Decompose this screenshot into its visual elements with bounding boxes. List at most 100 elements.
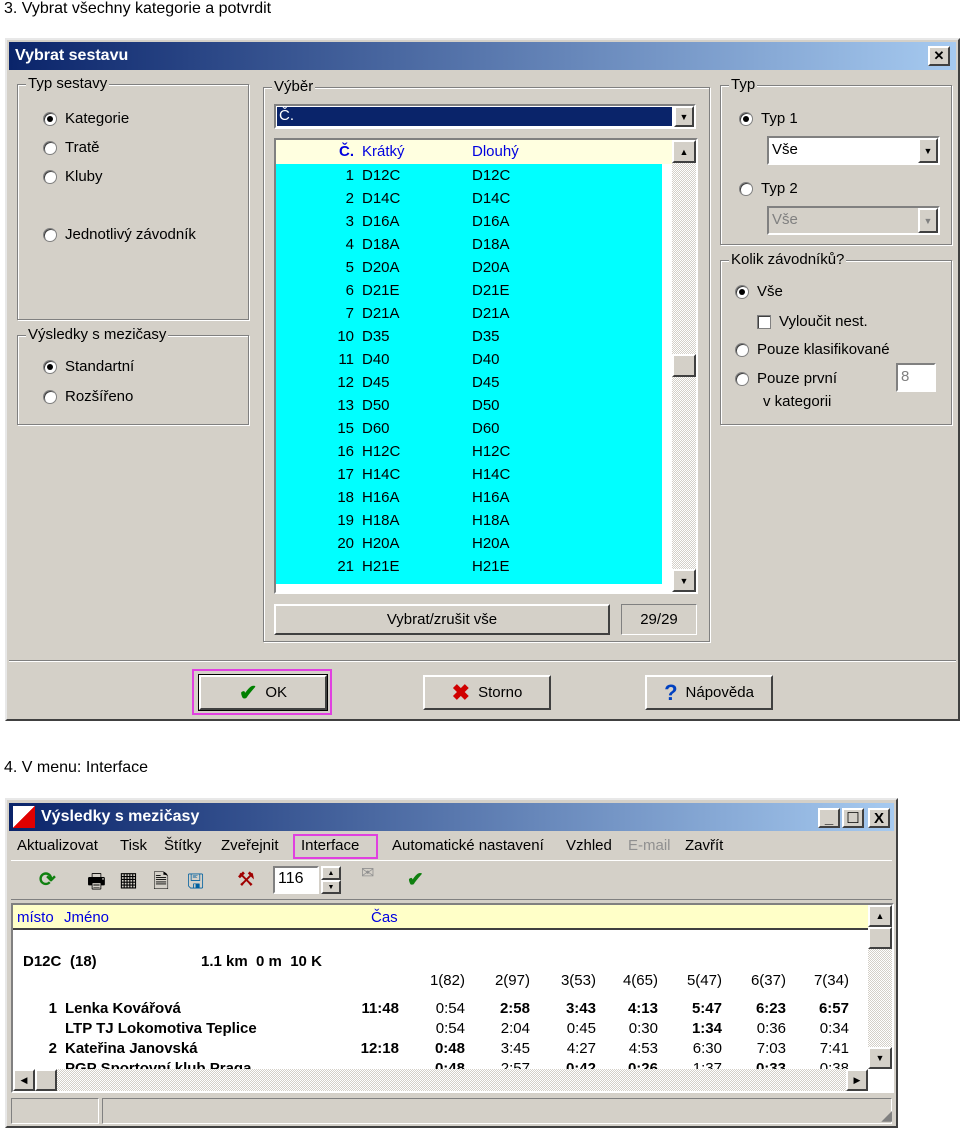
list-item[interactable]: 17 H14C H14C bbox=[276, 463, 662, 486]
radio-klasifikovane[interactable]: Pouze klasifikované bbox=[735, 341, 890, 358]
menu-aktualizovat[interactable]: Aktualizovat bbox=[17, 837, 98, 854]
table-icon[interactable]: ▦ bbox=[119, 867, 138, 892]
checkbox-vyloucit[interactable]: Vyloučit nest. bbox=[757, 313, 868, 330]
storno-button[interactable]: ✖ Storno bbox=[423, 675, 551, 710]
cell-long: H14C bbox=[472, 466, 511, 483]
col-number[interactable]: Č. bbox=[316, 143, 354, 160]
menu-e-mail[interactable]: E-mail bbox=[628, 837, 671, 854]
checkmark-icon[interactable]: ✔ bbox=[407, 867, 424, 892]
radio-trate[interactable]: Tratě bbox=[43, 139, 99, 156]
list-item[interactable]: 2 D14C D14C bbox=[276, 187, 662, 210]
chevron-down-icon[interactable]: ▼ bbox=[918, 138, 938, 163]
split-time: 6:30 bbox=[692, 1040, 722, 1057]
typ1-select[interactable]: Vše ▼ bbox=[767, 136, 940, 165]
maximize-button[interactable]: ☐ bbox=[842, 808, 864, 828]
scroll-down-button[interactable]: ▼ bbox=[672, 569, 696, 592]
cell-long: H16A bbox=[472, 489, 510, 506]
list-item[interactable]: 5 D20A D20A bbox=[276, 256, 662, 279]
list-item[interactable]: 15 D60 D60 bbox=[276, 417, 662, 440]
resize-grip-icon[interactable]: ◢ bbox=[881, 1107, 892, 1124]
cross-icon: ✖ bbox=[451, 679, 471, 705]
horizontal-scrollbar[interactable]: ◀ ▶ bbox=[13, 1069, 868, 1091]
split-time: 2:58 bbox=[499, 1000, 530, 1017]
col-long[interactable]: Dlouhý bbox=[472, 143, 519, 160]
chevron-down-icon[interactable]: ▼ bbox=[918, 208, 938, 233]
radio-icon bbox=[43, 140, 57, 155]
list-item[interactable]: 3 D16A D16A bbox=[276, 210, 662, 233]
scroll-thumb[interactable] bbox=[868, 927, 892, 949]
list-item[interactable]: 6 D21E D21E bbox=[276, 279, 662, 302]
results-window: Výsledky s mezičasy _ ☐ X Aktualizovat Ti… bbox=[5, 798, 898, 1128]
scroll-left-button[interactable]: ◀ bbox=[13, 1069, 35, 1091]
radio-jednotlivy[interactable]: Jednotlivý závodník bbox=[43, 226, 196, 243]
col-short[interactable]: Krátký bbox=[362, 143, 405, 160]
radio-kategorie[interactable]: Kategorie bbox=[43, 110, 129, 127]
radio-prvni[interactable]: Pouze první bbox=[735, 370, 837, 387]
list-item[interactable]: 4 D18A D18A bbox=[276, 233, 662, 256]
radio-standartni[interactable]: Standartní bbox=[43, 358, 134, 375]
list-item[interactable]: 12 D45 D45 bbox=[276, 371, 662, 394]
minimize-button[interactable]: _ bbox=[818, 808, 840, 828]
cell-number: 1 bbox=[345, 167, 354, 184]
print-icon[interactable]: 🖶 bbox=[87, 867, 106, 901]
refresh-icon[interactable]: ⟳ bbox=[39, 867, 56, 892]
cell-number: 17 bbox=[337, 466, 354, 483]
list-item[interactable]: 10 D35 D35 bbox=[276, 325, 662, 348]
sort-select[interactable]: Č. ▼ bbox=[274, 104, 696, 129]
split-time: 4:13 bbox=[627, 1000, 658, 1017]
help-button[interactable]: ? Nápověda bbox=[645, 675, 773, 710]
menu-automatick-nastaven-[interactable]: Automatické nastavení bbox=[392, 837, 544, 854]
cell-long: D45 bbox=[472, 374, 500, 391]
ok-button[interactable]: ✔ OK bbox=[198, 674, 328, 711]
radio-label: Kategorie bbox=[65, 110, 130, 127]
toggle-all-button[interactable]: Vybrat/zrušit vše bbox=[274, 604, 610, 635]
cell-number: 16 bbox=[337, 443, 354, 460]
list-item[interactable]: 21 H21E H21E bbox=[276, 555, 662, 578]
menu-zav-t[interactable]: Zavřít bbox=[685, 837, 723, 854]
radio-icon bbox=[43, 389, 57, 404]
vertical-scrollbar[interactable]: ▲ ▼ bbox=[868, 905, 892, 1069]
cell-number: 19 bbox=[337, 512, 354, 529]
close-button[interactable]: ✕ bbox=[928, 46, 950, 66]
radio-rozsireno[interactable]: Rozšířeno bbox=[43, 388, 133, 405]
cell-short: H18A bbox=[362, 512, 400, 529]
list-item[interactable]: 1 D12C D12C bbox=[276, 164, 662, 187]
count-legend: Kolik závodníků? bbox=[729, 251, 847, 268]
spin-input[interactable]: 116 bbox=[273, 866, 319, 894]
scroll-up-button[interactable]: ▲ bbox=[868, 905, 892, 927]
list-item[interactable]: 7 D21A D21A bbox=[276, 302, 662, 325]
dialog-title-bar: Vybrat sestavu bbox=[9, 42, 956, 70]
chevron-down-icon[interactable]: ▼ bbox=[674, 106, 694, 127]
email-icon[interactable]: ✉ bbox=[361, 863, 374, 883]
export-icon[interactable]: 🗎 bbox=[153, 867, 169, 901]
menu-tisk[interactable]: Tisk bbox=[120, 837, 147, 854]
list-item[interactable]: 16 H12C H12C bbox=[276, 440, 662, 463]
save-icon[interactable]: 🖫 bbox=[187, 867, 204, 901]
menu-vzhled[interactable]: Vzhled bbox=[566, 837, 612, 854]
typ2-select[interactable]: Vše ▼ bbox=[767, 206, 940, 235]
spin-down-button[interactable]: ▼ bbox=[321, 880, 341, 894]
menu-zve-ejnit[interactable]: Zveřejnit bbox=[221, 837, 279, 854]
radio-typ1[interactable]: Typ 1 bbox=[739, 110, 798, 127]
radio-typ2[interactable]: Typ 2 bbox=[739, 180, 798, 197]
list-item[interactable]: 20 H20A H20A bbox=[276, 532, 662, 555]
settings-icon[interactable]: ⚒ bbox=[237, 867, 255, 892]
spin-up-button[interactable]: ▲ bbox=[321, 866, 341, 880]
hscroll-thumb[interactable] bbox=[35, 1069, 57, 1091]
list-item[interactable]: 18 H16A H16A bbox=[276, 486, 662, 509]
close-button[interactable]: X bbox=[868, 808, 890, 828]
help-label: Nápověda bbox=[685, 684, 754, 701]
scroll-thumb[interactable] bbox=[672, 354, 696, 377]
scroll-down-button[interactable]: ▼ bbox=[868, 1047, 892, 1069]
radio-kluby[interactable]: Kluby bbox=[43, 168, 103, 185]
menu--t-tky[interactable]: Štítky bbox=[164, 837, 202, 854]
scroll-right-button[interactable]: ▶ bbox=[846, 1069, 868, 1091]
list-item[interactable]: 13 D50 D50 bbox=[276, 394, 662, 417]
scroll-up-button[interactable]: ▲ bbox=[672, 140, 696, 163]
radio-vse[interactable]: Vše bbox=[735, 283, 783, 300]
list-item[interactable]: 11 D40 D40 bbox=[276, 348, 662, 371]
first-n-input[interactable]: 8 bbox=[896, 363, 936, 392]
cell-short: D16A bbox=[362, 213, 400, 230]
vertical-scrollbar[interactable]: ▲ ▼ bbox=[672, 140, 696, 592]
list-item[interactable]: 19 H18A H18A bbox=[276, 509, 662, 532]
